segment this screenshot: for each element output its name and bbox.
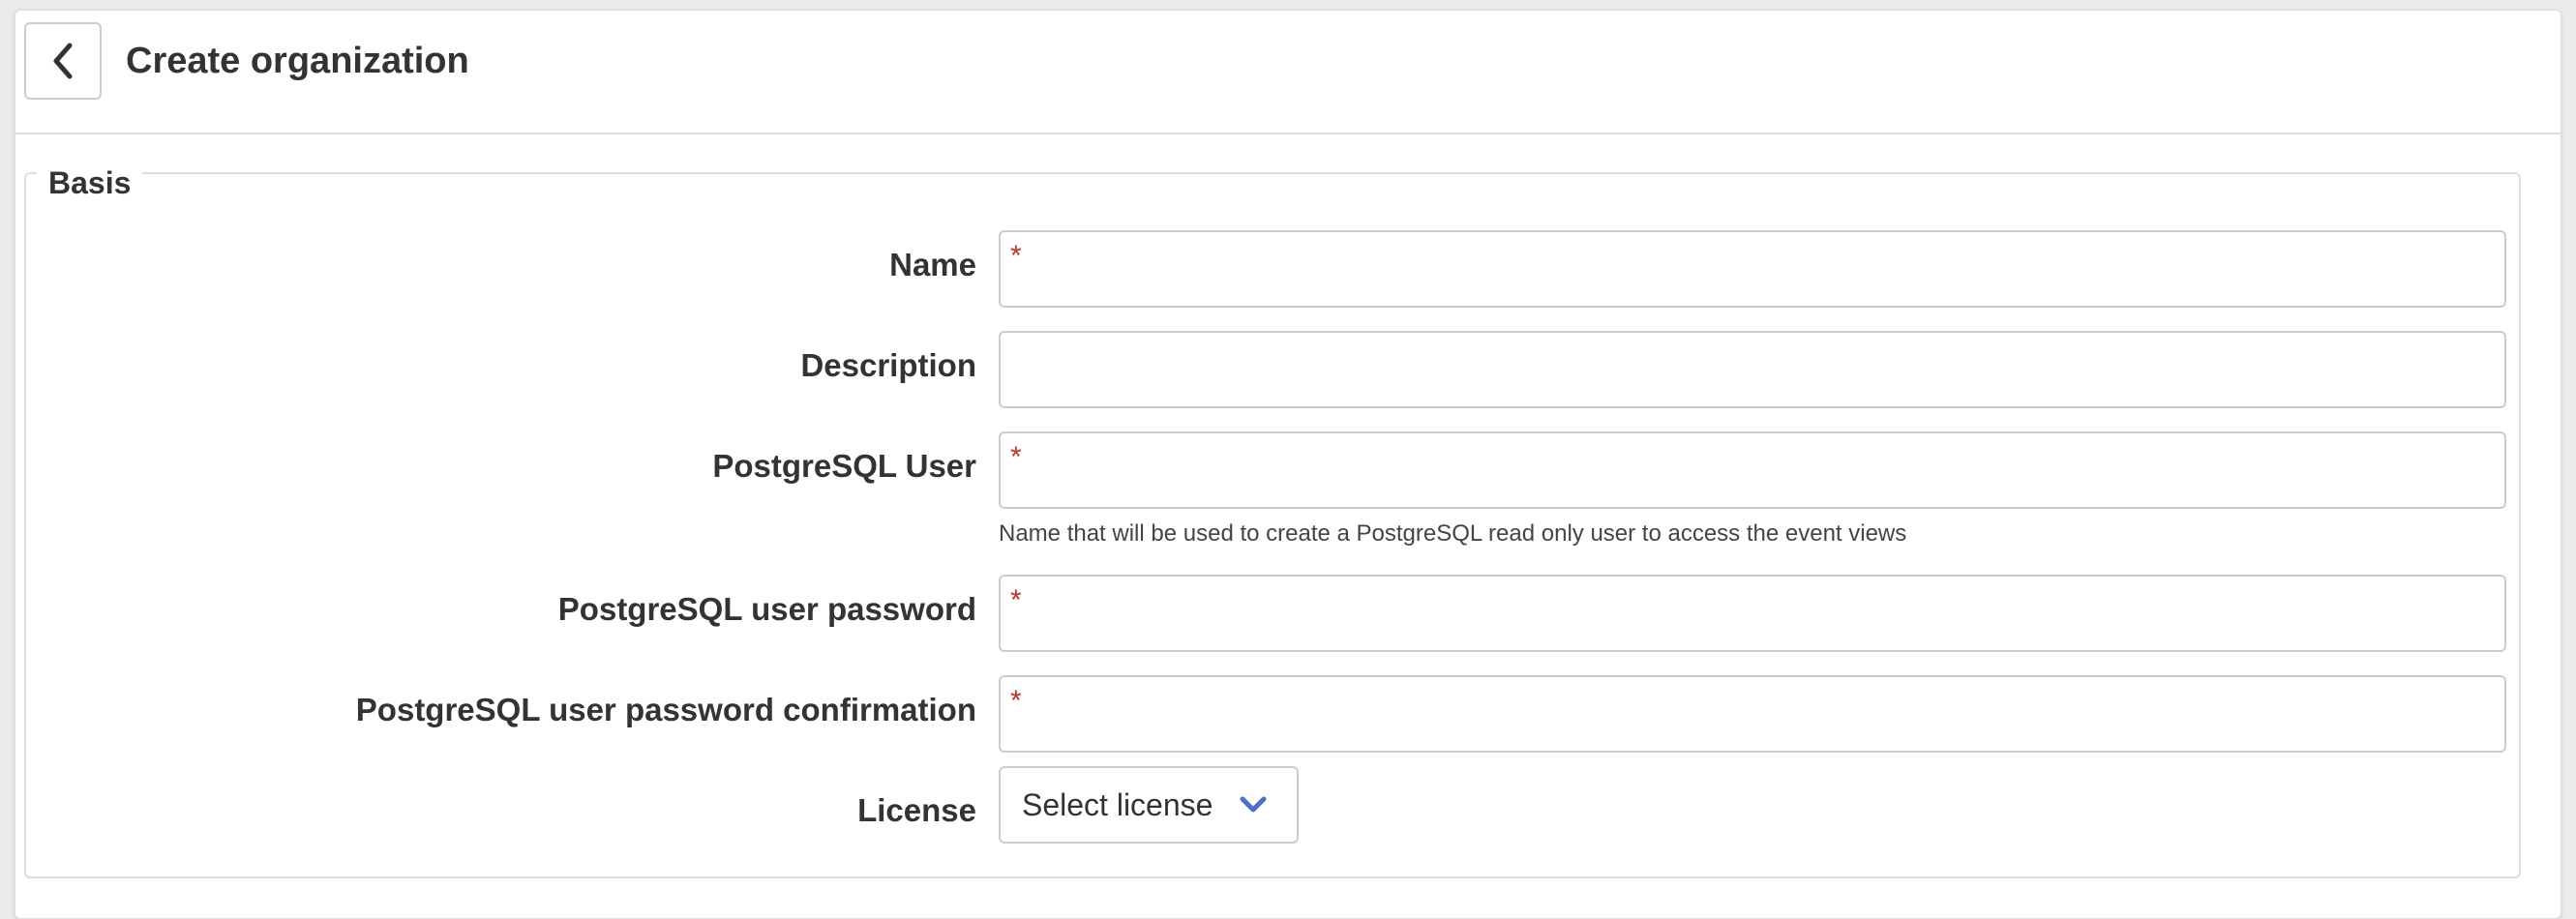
description-input[interactable] bbox=[999, 331, 2506, 408]
name-input[interactable] bbox=[999, 230, 2506, 308]
pg-user-input[interactable] bbox=[999, 431, 2506, 509]
license-label: License bbox=[857, 792, 976, 828]
pg-password-confirm-input[interactable] bbox=[999, 675, 2506, 753]
pg-password-required-marker: * bbox=[1010, 584, 1022, 616]
back-button[interactable] bbox=[24, 22, 102, 100]
pg-password-label: PostgreSQL user password bbox=[557, 591, 976, 627]
pg-password-confirm-label: PostgreSQL user password confirmation bbox=[355, 692, 976, 727]
name-label: Name bbox=[889, 247, 976, 282]
pg-user-required-marker: * bbox=[1010, 441, 1022, 473]
pg-user-label: PostgreSQL User bbox=[712, 448, 976, 484]
pg-user-help-text: Name that will be used to create a Postg… bbox=[999, 520, 1907, 547]
chevron-left-icon bbox=[53, 43, 73, 79]
license-select-value: Select license bbox=[1022, 786, 1213, 822]
description-label: Description bbox=[800, 347, 976, 383]
license-select[interactable]: Select license bbox=[999, 766, 1299, 844]
pg-password-input[interactable] bbox=[999, 575, 2506, 652]
chevron-down-icon bbox=[1240, 795, 1267, 815]
fieldset-legend: Basis bbox=[37, 163, 143, 203]
pg-password-confirm-required-marker: * bbox=[1010, 685, 1022, 717]
page-title: Create organization bbox=[126, 41, 469, 81]
name-required-marker: * bbox=[1010, 240, 1022, 272]
